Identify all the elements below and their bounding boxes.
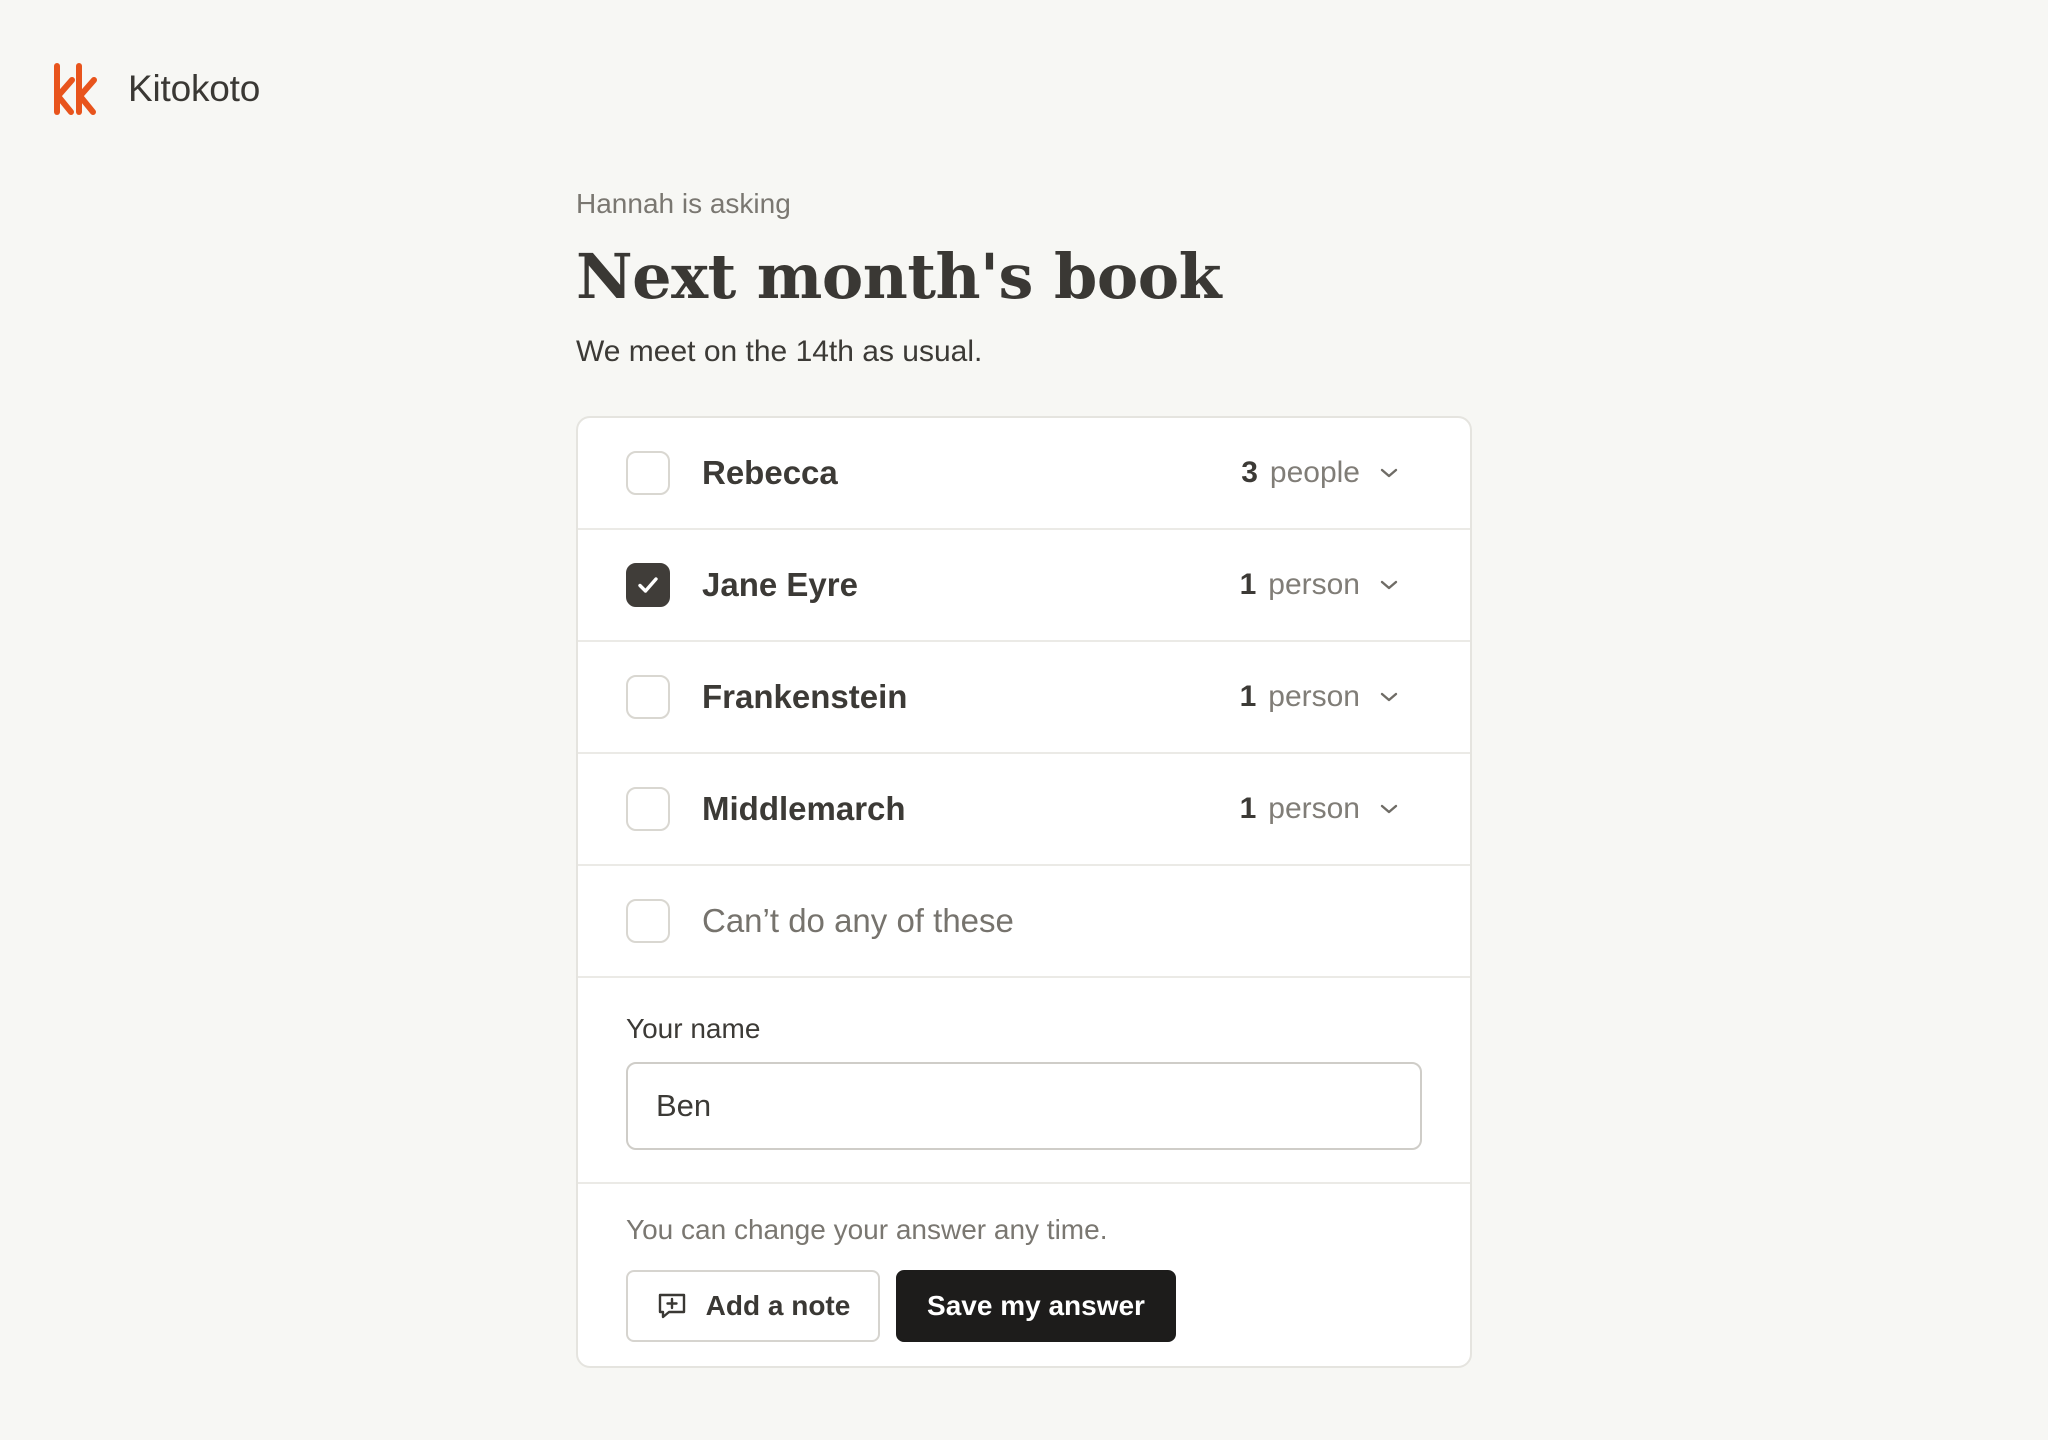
chevron-down-icon [1380, 580, 1398, 590]
voter-count-unit: person [1268, 568, 1360, 601]
option-row-frankenstein[interactable]: Frankenstein 1 person [578, 642, 1470, 754]
voter-count-unit: person [1268, 792, 1360, 825]
option-checkbox[interactable] [626, 899, 670, 943]
card-footer: You can change your answer any time. Add… [578, 1184, 1470, 1366]
option-checkbox[interactable] [626, 787, 670, 831]
save-answer-button[interactable]: Save my answer [896, 1270, 1176, 1342]
option-label: Jane Eyre [702, 566, 858, 603]
checkmark-icon [638, 577, 658, 593]
option-row-middlemarch[interactable]: Middlemarch 1 person [578, 754, 1470, 866]
add-note-label: Add a note [705, 1290, 851, 1321]
poll-card: Rebecca 3 people Jane Eyre 1 person Fran… [576, 416, 1472, 1368]
chevron-down-icon [1380, 804, 1398, 814]
name-field-label: Your name [626, 1013, 761, 1044]
brand-name: Kitokoto [128, 68, 261, 109]
voter-count-toggle[interactable]: 1 person [1240, 792, 1398, 826]
option-checkbox-checked[interactable] [626, 563, 670, 607]
voter-count-toggle[interactable]: 1 person [1240, 568, 1398, 602]
voter-count-unit: person [1268, 680, 1360, 713]
poll-description: We meet on the 14th as usual. [576, 335, 983, 368]
option-label: Rebecca [702, 454, 838, 491]
change-answer-note: You can change your answer any time. [626, 1214, 1108, 1245]
voter-count: 3 [1241, 456, 1258, 489]
voter-count: 1 [1239, 792, 1257, 825]
add-note-button[interactable]: Add a note [626, 1270, 880, 1342]
option-label: Middlemarch [702, 790, 906, 827]
chevron-down-icon [1380, 468, 1398, 478]
chevron-down-icon [1380, 692, 1398, 702]
page-title: Next month's book [576, 240, 1222, 313]
voter-count: 1 [1239, 680, 1257, 713]
option-checkbox[interactable] [626, 451, 670, 495]
poll-asker: Hannah is asking [576, 188, 791, 219]
action-buttons: Add a note Save my answer [626, 1270, 1422, 1342]
name-input[interactable] [626, 1062, 1422, 1150]
voter-count-toggle[interactable]: 3 people [1241, 456, 1398, 490]
brand[interactable]: Kitokoto [52, 62, 260, 116]
voter-count-toggle[interactable]: 1 person [1240, 680, 1398, 714]
option-label-none: Can’t do any of these [702, 902, 1014, 939]
option-row-none[interactable]: Can’t do any of these [578, 866, 1470, 978]
voter-count: 1 [1239, 568, 1257, 601]
name-section: Your name [578, 978, 1470, 1184]
add-comment-icon [658, 1293, 685, 1319]
voter-count-unit: people [1269, 456, 1360, 489]
option-row-jane-eyre[interactable]: Jane Eyre 1 person [578, 530, 1470, 642]
option-label: Frankenstein [702, 678, 908, 715]
kk-logo-icon [54, 63, 97, 115]
poll-content: Hannah is asking Next month's book We me… [576, 186, 1472, 1368]
option-row-rebecca[interactable]: Rebecca 3 people [578, 418, 1470, 530]
option-checkbox[interactable] [626, 675, 670, 719]
